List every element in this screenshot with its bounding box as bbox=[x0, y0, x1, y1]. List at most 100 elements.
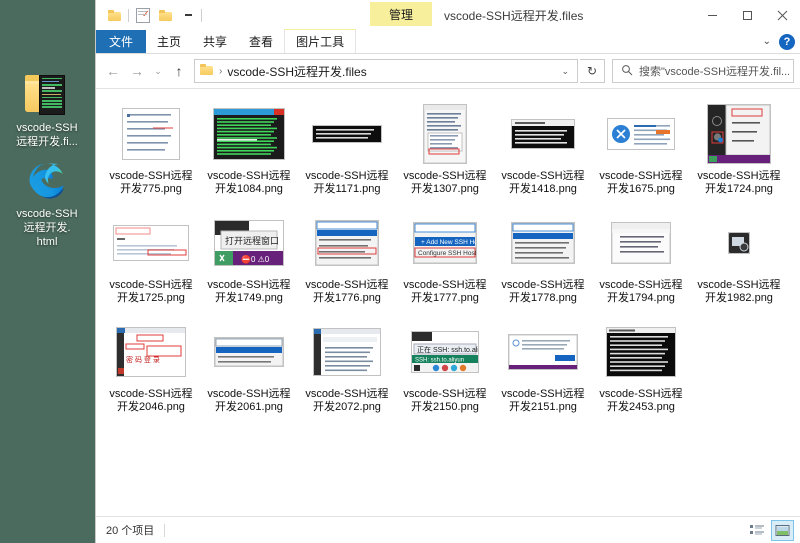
thumbnail-image bbox=[611, 222, 671, 264]
file-thumbnail bbox=[691, 101, 787, 167]
file-thumbnail bbox=[299, 319, 395, 385]
file-thumbnail bbox=[495, 319, 591, 385]
customize-caret-icon[interactable] bbox=[176, 4, 198, 26]
file-thumbnail: 正在 SSH: ssh.to.aliyun 上编辑SSH: ssh.to.ali… bbox=[397, 319, 493, 385]
tab-file[interactable]: 文件 bbox=[96, 30, 146, 53]
desktop-icon-label: vscode-SSH bbox=[4, 207, 90, 221]
thumbnail-image bbox=[214, 337, 284, 367]
svg-text:+ Add New SSH Host...: + Add New SSH Host... bbox=[421, 239, 476, 246]
file-item[interactable]: vscode-SSH远程开发1084.png bbox=[200, 101, 298, 196]
properties-icon[interactable]: ✓ bbox=[132, 4, 154, 26]
file-item[interactable]: vscode-SSH远程开发1724.png bbox=[690, 101, 788, 196]
file-item[interactable]: vscode-SSH远程开发1776.png bbox=[298, 210, 396, 305]
file-name-label: vscode-SSH远程开发1675.png bbox=[595, 170, 687, 196]
file-name-label: vscode-SSH远程开发2151.png bbox=[497, 388, 589, 414]
breadcrumb-path[interactable]: vscode-SSH远程开发.files bbox=[227, 63, 366, 80]
thumbnail-image: 正在 SSH: ssh.to.aliyun 上编辑SSH: ssh.to.ali… bbox=[411, 331, 479, 373]
file-explorer-window: ✓ 管理 vscode-SSH远程开发.files bbox=[96, 0, 800, 543]
file-name-label: vscode-SSH远程开发1084.png bbox=[203, 170, 295, 196]
tab-home[interactable]: 主页 bbox=[146, 30, 192, 53]
thumbnail-image bbox=[607, 118, 675, 150]
file-item[interactable]: vscode-SSH远程开发1171.png bbox=[298, 101, 396, 196]
large-icons-view-button[interactable] bbox=[771, 520, 794, 541]
file-name-label: vscode-SSH远程开发1749.png bbox=[203, 279, 295, 305]
file-thumbnail bbox=[495, 101, 591, 167]
file-thumbnail bbox=[593, 319, 689, 385]
chevron-down-icon[interactable]: ⌄ bbox=[763, 36, 771, 47]
quick-access-toolbar: ✓ bbox=[96, 0, 205, 30]
help-icon[interactable]: ? bbox=[779, 34, 795, 50]
file-name-label: vscode-SSH远程开发775.png bbox=[105, 170, 197, 196]
svg-text:正在 SSH: ssh.to.aliyun 上编辑: 正在 SSH: ssh.to.aliyun 上编辑 bbox=[417, 345, 478, 354]
file-item[interactable]: 打开远程窗口⛔0 ⚠0 vscode-SSH远程开发1749.png bbox=[200, 210, 298, 305]
thumbnail-image bbox=[707, 104, 771, 164]
search-icon bbox=[621, 64, 633, 79]
file-name-label: vscode-SSH远程开发1794.png bbox=[595, 279, 687, 305]
file-thumbnail bbox=[103, 101, 199, 167]
tab-share[interactable]: 共享 bbox=[192, 30, 238, 53]
tab-view[interactable]: 查看 bbox=[238, 30, 284, 53]
tab-picture-tools[interactable]: 图片工具 bbox=[284, 29, 356, 53]
file-item[interactable]: vscode-SSH远程开发2072.png bbox=[298, 319, 396, 414]
thumbnail-image bbox=[122, 108, 180, 160]
close-button[interactable] bbox=[765, 0, 800, 30]
file-item[interactable]: vscode-SSH远程开发1307.png bbox=[396, 101, 494, 196]
file-item[interactable]: vscode-SSH远程开发2061.png bbox=[200, 319, 298, 414]
edge-html-icon bbox=[4, 158, 90, 204]
chevron-down-icon[interactable]: ⌄ bbox=[555, 66, 575, 77]
file-list-pane[interactable]: vscode-SSH远程开发775.pngvscode-SSH远程开发1084.… bbox=[96, 89, 800, 516]
file-name-label: vscode-SSH远程开发1982.png bbox=[693, 279, 785, 305]
file-name-label: vscode-SSH远程开发2061.png bbox=[203, 388, 295, 414]
file-item[interactable]: vscode-SSH远程开发1725.png bbox=[102, 210, 200, 305]
file-thumbnail bbox=[593, 101, 689, 167]
svg-text:打开远程窗口: 打开远程窗口 bbox=[225, 235, 279, 246]
thumbnail-image bbox=[313, 328, 381, 376]
file-item[interactable]: vscode-SSH远程开发1982.png bbox=[690, 210, 788, 305]
file-thumbnail bbox=[201, 101, 297, 167]
desktop-icon-folder[interactable]: vscode-SSH 远程开发.fi... bbox=[4, 72, 90, 149]
up-button[interactable]: ↑ bbox=[168, 60, 190, 82]
details-view-button[interactable] bbox=[747, 521, 768, 540]
file-name-label: vscode-SSH远程开发2072.png bbox=[301, 388, 393, 414]
file-item[interactable]: vscode-SSH远程开发2151.png bbox=[494, 319, 592, 414]
minimize-button[interactable] bbox=[695, 0, 730, 30]
search-placeholder: 搜索"vscode-SSH远程开发.fil... bbox=[639, 63, 789, 79]
desktop-icon-html[interactable]: vscode-SSH 远程开发. html bbox=[4, 158, 90, 249]
file-thumbnail bbox=[593, 210, 689, 276]
file-name-label: vscode-SSH远程开发2150.png bbox=[399, 388, 491, 414]
file-item[interactable]: vscode-SSH远程开发775.png bbox=[102, 101, 200, 196]
file-item[interactable]: vscode-SSH远程开发1675.png bbox=[592, 101, 690, 196]
back-button[interactable]: ← bbox=[102, 60, 124, 82]
file-name-label: vscode-SSH远程开发2453.png bbox=[595, 388, 687, 414]
address-bar[interactable]: › vscode-SSH远程开发.files ⌄ bbox=[194, 59, 578, 83]
thumbnail-image: 密 码 登 录 bbox=[116, 327, 186, 377]
search-input[interactable]: 搜索"vscode-SSH远程开发.fil... bbox=[612, 59, 794, 83]
file-item[interactable]: vscode-SSH远程开发2453.png bbox=[592, 319, 690, 414]
desktop-icon-label: 远程开发.fi... bbox=[4, 135, 90, 149]
new-folder-icon[interactable] bbox=[154, 4, 176, 26]
folder-icon[interactable] bbox=[103, 4, 125, 26]
file-item[interactable]: 正在 SSH: ssh.to.aliyun 上编辑SSH: ssh.to.ali… bbox=[396, 319, 494, 414]
file-thumbnail: 打开远程窗口⛔0 ⚠0 bbox=[201, 210, 297, 276]
forward-button[interactable]: → bbox=[126, 60, 148, 82]
file-item[interactable]: vscode-SSH远程开发1778.png bbox=[494, 210, 592, 305]
view-mode-buttons bbox=[747, 520, 794, 541]
file-name-label: vscode-SSH远程开发1171.png bbox=[301, 170, 393, 196]
window-controls bbox=[695, 0, 800, 30]
refresh-button[interactable]: ↻ bbox=[580, 59, 605, 83]
maximize-icon bbox=[742, 10, 753, 21]
recent-locations-button[interactable]: ⌄ bbox=[150, 60, 166, 82]
edge-logo-svg bbox=[26, 160, 68, 202]
file-item[interactable]: + Add New SSH Host...Configure SSH Hosts… bbox=[396, 210, 494, 305]
file-item[interactable]: vscode-SSH远程开发1418.png bbox=[494, 101, 592, 196]
file-item[interactable]: vscode-SSH远程开发1794.png bbox=[592, 210, 690, 305]
maximize-button[interactable] bbox=[730, 0, 765, 30]
thumbnail-image bbox=[315, 220, 379, 266]
desktop-icon-label: vscode-SSH bbox=[4, 121, 90, 135]
svg-text:密 码 登 录: 密 码 登 录 bbox=[126, 355, 160, 364]
file-name-label: vscode-SSH远程开发1777.png bbox=[399, 279, 491, 305]
file-item[interactable]: 密 码 登 录vscode-SSH远程开发2046.png bbox=[102, 319, 200, 414]
thumbnail-image bbox=[213, 108, 285, 160]
details-view-icon bbox=[750, 524, 765, 537]
thumbnail-image bbox=[312, 125, 382, 143]
